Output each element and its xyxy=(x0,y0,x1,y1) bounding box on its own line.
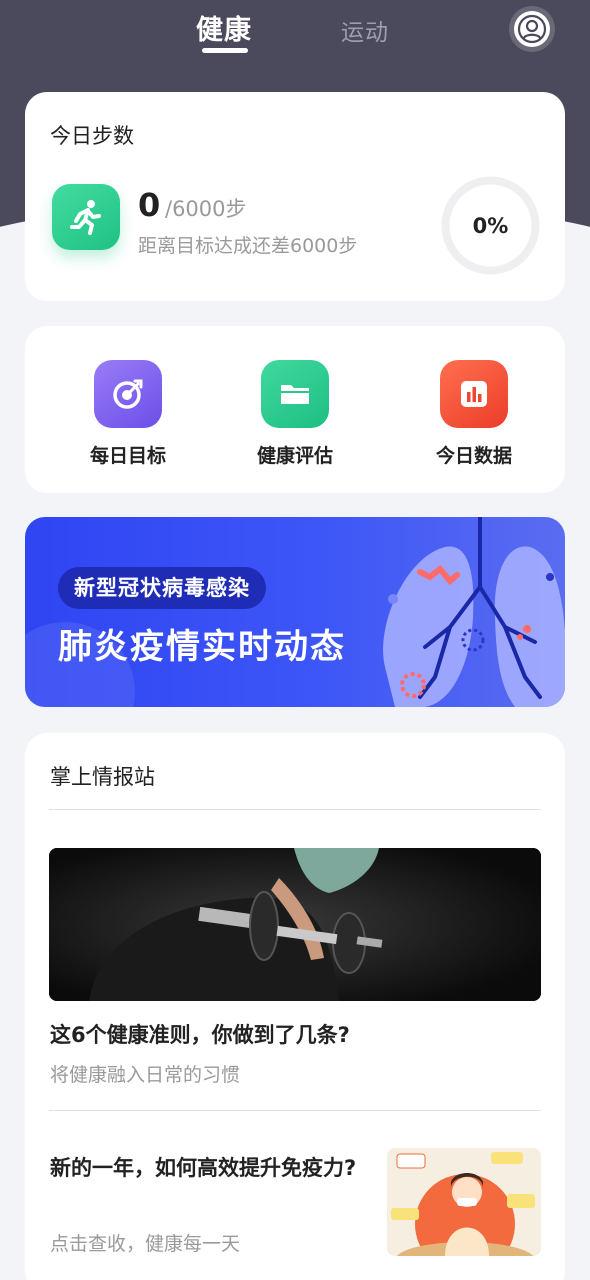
news-article-1-image xyxy=(49,848,541,1001)
news-article-2-subtitle: 点击查收，健康每一天 xyxy=(50,1233,241,1255)
top-header: 健康 运动 xyxy=(0,0,590,80)
daily-target-label: 每日目标 xyxy=(89,445,166,467)
user-avatar-icon xyxy=(514,11,550,47)
active-tab-indicator xyxy=(202,48,248,53)
news-title-divider xyxy=(49,809,541,810)
epidemic-banner[interactable]: 新型冠状病毒感染 肺炎疫情实时动态 xyxy=(25,517,565,707)
news-article-divider xyxy=(49,1110,541,1111)
bar-chart-icon xyxy=(440,360,508,428)
steps-progress-label: 0% xyxy=(472,213,509,238)
target-icon xyxy=(94,360,162,428)
shortcuts-card: 每日目标 健康评估 今日数据 xyxy=(25,326,565,493)
steps-goal: /6000步 xyxy=(165,197,247,221)
news-article-1-title: 这6个健康准则，你做到了几条? xyxy=(50,1023,350,1047)
steps-value: 0 xyxy=(138,186,161,224)
news-article-2-image xyxy=(387,1148,541,1256)
news-article-1-subtitle: 将健康融入日常的习惯 xyxy=(50,1064,241,1086)
banner-headline: 肺炎疫情实时动态 xyxy=(58,627,346,667)
running-icon xyxy=(52,184,120,250)
news-article-2-title: 新的一年，如何高效提升免疫力? xyxy=(50,1156,357,1180)
folder-icon xyxy=(261,360,329,428)
banner-tag: 新型冠状病毒感染 xyxy=(58,567,266,609)
steps-card-title: 今日步数 xyxy=(50,124,134,148)
user-avatar-button[interactable] xyxy=(509,6,555,52)
tab-health[interactable]: 健康 xyxy=(196,8,252,47)
steps-remaining-text: 距离目标达成还差6000步 xyxy=(138,235,358,257)
health-assessment-label: 健康评估 xyxy=(256,445,333,467)
tab-sport[interactable]: 运动 xyxy=(341,13,389,47)
health-assessment-button[interactable]: 健康评估 xyxy=(230,360,360,468)
news-section-title: 掌上情报站 xyxy=(50,765,155,789)
news-card: 掌上情报站 这6个健康准则，你做到了几条? 将健康融入日常的习惯 新的一年，如何… xyxy=(25,733,565,1280)
daily-target-button[interactable]: 每日目标 xyxy=(63,360,193,468)
today-data-label: 今日数据 xyxy=(435,445,512,467)
steps-card[interactable]: 今日步数 0 /6000步 距离目标达成还差6000步 0% xyxy=(25,92,565,301)
today-data-button[interactable]: 今日数据 xyxy=(409,360,539,468)
lung-illustration xyxy=(25,517,565,707)
